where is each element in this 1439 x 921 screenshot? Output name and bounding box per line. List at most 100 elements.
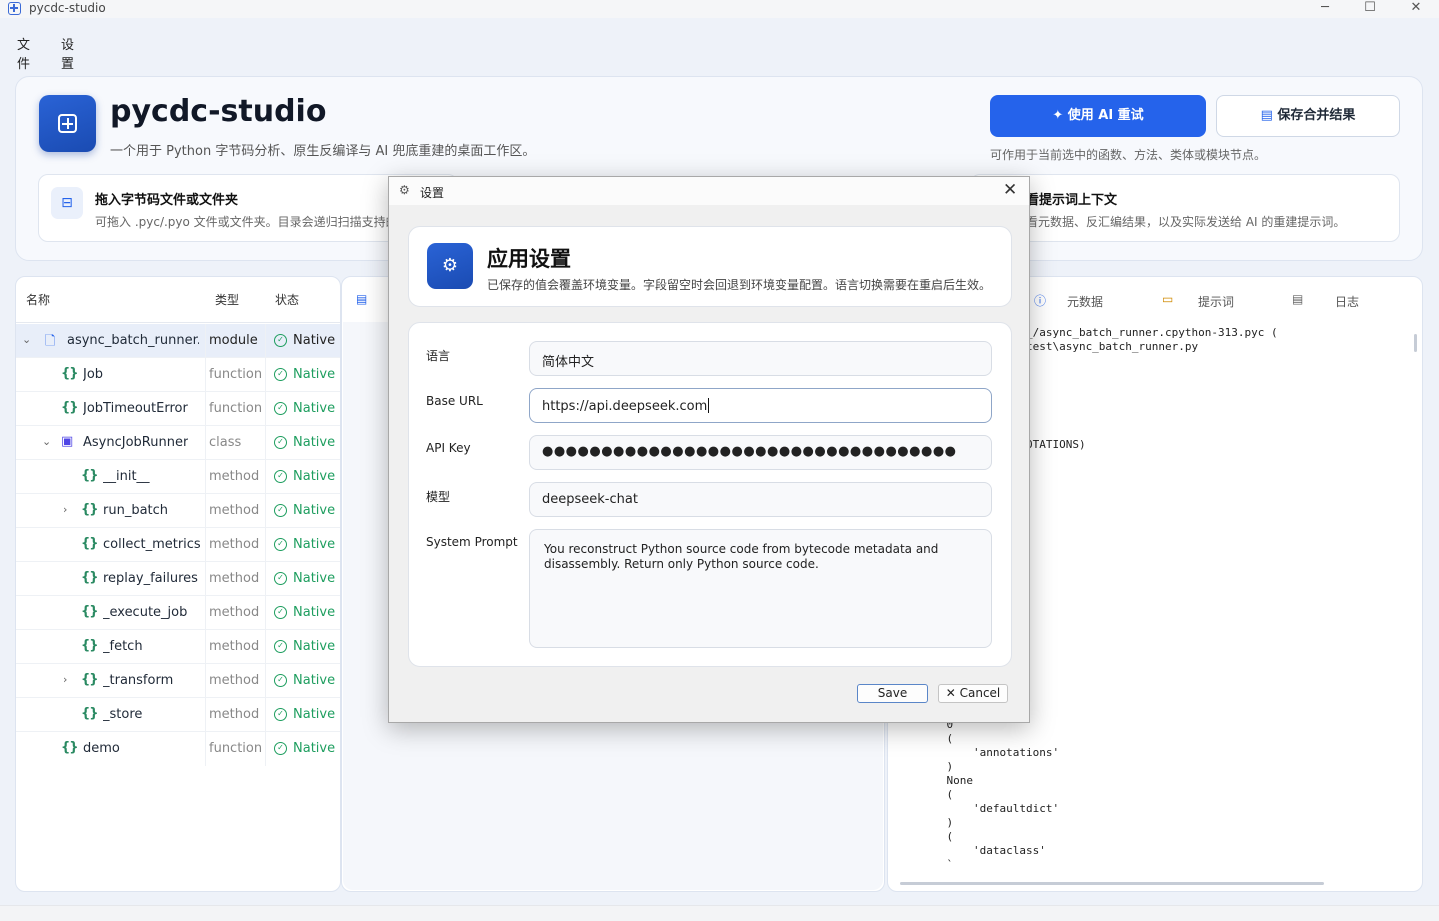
dialog-title-bar: ⚙ 设置 ✕ — [389, 177, 1029, 205]
method-icon: {} — [81, 638, 98, 653]
ai-retry-button[interactable]: ✦ 使用 AI 重试 — [990, 95, 1206, 137]
vertical-scrollbar[interactable] — [1414, 334, 1417, 352]
menu-settings[interactable]: 设置 — [61, 34, 74, 72]
tree-row[interactable]: {} __init__ method ✓ Native — [16, 460, 340, 494]
method-icon: {} — [81, 536, 98, 551]
check-circle-icon: ✓ — [274, 436, 287, 449]
tab-log[interactable]: 日志 — [1335, 293, 1359, 310]
app-icon — [8, 2, 21, 15]
language-label: 语言 — [426, 349, 451, 363]
save-merged-button[interactable]: ▤ 保存合并结果 — [1216, 95, 1400, 137]
chevron-right-icon[interactable]: › — [63, 503, 67, 516]
base-url-value: https://api.deepseek.com — [542, 399, 708, 414]
column-name[interactable]: 名称 — [26, 291, 50, 308]
tree-row[interactable]: {} _execute_job method ✓ Native — [16, 596, 340, 630]
prompt-card-desc: 看元数据、反汇编结果，以及实际发送给 AI 的重建提示词。 — [1026, 215, 1346, 229]
chevron-down-icon[interactable]: ⌄ — [22, 333, 31, 346]
cancel-button[interactable]: ✕ Cancel — [938, 684, 1008, 703]
method-icon: {} — [81, 502, 98, 517]
function-icon: {} — [61, 400, 78, 415]
node-type: method — [209, 503, 260, 518]
model-input[interactable]: deepseek-chat — [529, 482, 992, 517]
check-circle-icon: ✓ — [274, 572, 287, 585]
node-name: collect_metrics — [103, 537, 201, 552]
close-window-button[interactable]: ✕ — [1393, 0, 1439, 18]
code-line: ` — [920, 858, 954, 871]
node-name: _fetch — [103, 639, 143, 654]
check-circle-icon: ✓ — [274, 538, 287, 551]
log-icon: ▤ — [1292, 292, 1304, 306]
node-name: Job — [83, 367, 104, 382]
tree-row[interactable]: › {} run_batch method ✓ Native — [16, 494, 340, 528]
column-status[interactable]: 状态 — [275, 291, 299, 308]
save-button[interactable]: Save — [857, 684, 928, 703]
horizontal-scrollbar[interactable] — [900, 882, 1324, 885]
tree-row[interactable]: {} _store method ✓ Native — [16, 698, 340, 732]
node-type: method — [209, 537, 260, 552]
minimize-button[interactable]: ─ — [1302, 0, 1348, 18]
node-name: AsyncJobRunner — [83, 435, 189, 450]
tree-row[interactable]: {} replay_failures method ✓ Native — [16, 562, 340, 596]
status-bar — [0, 905, 1439, 921]
code-line: ( — [920, 732, 954, 745]
settings-description: 已保存的值会覆盖环境变量。字段留空时会回退到环境变量配置。语言切换需要在重启后生… — [487, 278, 992, 292]
tree-row[interactable]: ⌄ 🗋 async_batch_runner.c... module ✓ Nat… — [16, 324, 340, 358]
drop-card-desc: 可拖入 .pyc/.pyo 文件或文件夹。目录会递归扫描支持的 — [95, 215, 398, 229]
tree-row[interactable]: {} collect_metrics method ✓ Native — [16, 528, 340, 562]
code-line: ( — [920, 788, 954, 801]
api-key-input[interactable]: ●●●●●●●●●●●●●●●●●●●●●●●●●●●●●●●●●●● — [529, 435, 992, 470]
tree-row[interactable]: {} _fetch method ✓ Native — [16, 630, 340, 664]
node-name: _transform — [103, 673, 174, 688]
node-status: Native — [293, 639, 336, 654]
node-type: function — [209, 367, 263, 382]
code-line: ( — [920, 830, 954, 843]
action-hint: 可作用于当前选中的函数、方法、类体或模块节点。 — [990, 148, 1267, 162]
settings-form: 语言 简体中文 Base URL https://api.deepseek.co… — [408, 322, 1012, 667]
method-icon: {} — [81, 468, 98, 483]
system-prompt-textarea[interactable]: You reconstruct Python source code from … — [529, 529, 992, 648]
method-icon: {} — [81, 706, 98, 721]
source-tab-icon[interactable]: ▤ — [356, 292, 367, 306]
save-icon: ▤ — [1260, 108, 1278, 123]
settings-gear-icon: ⚙ — [427, 243, 473, 289]
maximize-button[interactable]: ☐ — [1347, 0, 1393, 18]
check-circle-icon: ✓ — [274, 504, 287, 517]
settings-header-card: ⚙ 应用设置 已保存的值会覆盖环境变量。字段留空时会回退到环境变量配置。语言切换… — [408, 226, 1012, 307]
node-status: Native — [293, 605, 336, 620]
tree-row[interactable]: {} JobTimeoutError function ✓ Native — [16, 392, 340, 426]
tab-metadata[interactable]: 元数据 — [1067, 293, 1103, 310]
function-icon: {} — [61, 366, 78, 381]
node-type: method — [209, 571, 260, 586]
tree-row[interactable]: {} demo function ✓ Native — [16, 732, 340, 766]
code-line: 'defaultdict' — [920, 802, 1060, 815]
ai-retry-label: 使用 AI 重试 — [1067, 108, 1144, 123]
base-url-input[interactable]: https://api.deepseek.com — [529, 388, 992, 423]
menu-file[interactable]: 文件 — [17, 34, 30, 72]
node-status: Native — [293, 707, 336, 722]
chevron-down-icon[interactable]: ⌄ — [42, 435, 51, 448]
x-icon: ✕ — [945, 686, 960, 700]
tree-row[interactable]: › {} _transform method ✓ Native — [16, 664, 340, 698]
node-type: function — [209, 401, 263, 416]
tree-row[interactable]: ⌄ ▣ AsyncJobRunner class ✓ Native — [16, 426, 340, 460]
code-line: None — [920, 774, 973, 787]
language-select[interactable]: 简体中文 — [529, 341, 992, 376]
method-icon: {} — [81, 604, 98, 619]
title-bar: pycdc-studio ─ ☐ ✕ — [0, 0, 1439, 18]
code-line: ) — [920, 816, 954, 829]
node-type: method — [209, 673, 260, 688]
check-circle-icon: ✓ — [274, 674, 287, 687]
save-merged-label: 保存合并结果 — [1277, 108, 1356, 123]
drop-card-title: 拖入字节码文件或文件夹 — [95, 193, 239, 208]
tab-prompt[interactable]: 提示词 — [1198, 293, 1234, 310]
close-icon[interactable]: ✕ — [1003, 180, 1017, 200]
function-icon: {} — [61, 740, 78, 755]
check-circle-icon: ✓ — [274, 640, 287, 653]
column-type[interactable]: 类型 — [215, 291, 239, 308]
node-name: JobTimeoutError — [83, 401, 188, 416]
chevron-right-icon[interactable]: › — [63, 673, 67, 686]
node-name: _execute_job — [103, 605, 188, 620]
page-title: pycdc-studio — [110, 94, 327, 129]
model-label: 模型 — [426, 490, 451, 504]
tree-row[interactable]: {} Job function ✓ Native — [16, 358, 340, 392]
